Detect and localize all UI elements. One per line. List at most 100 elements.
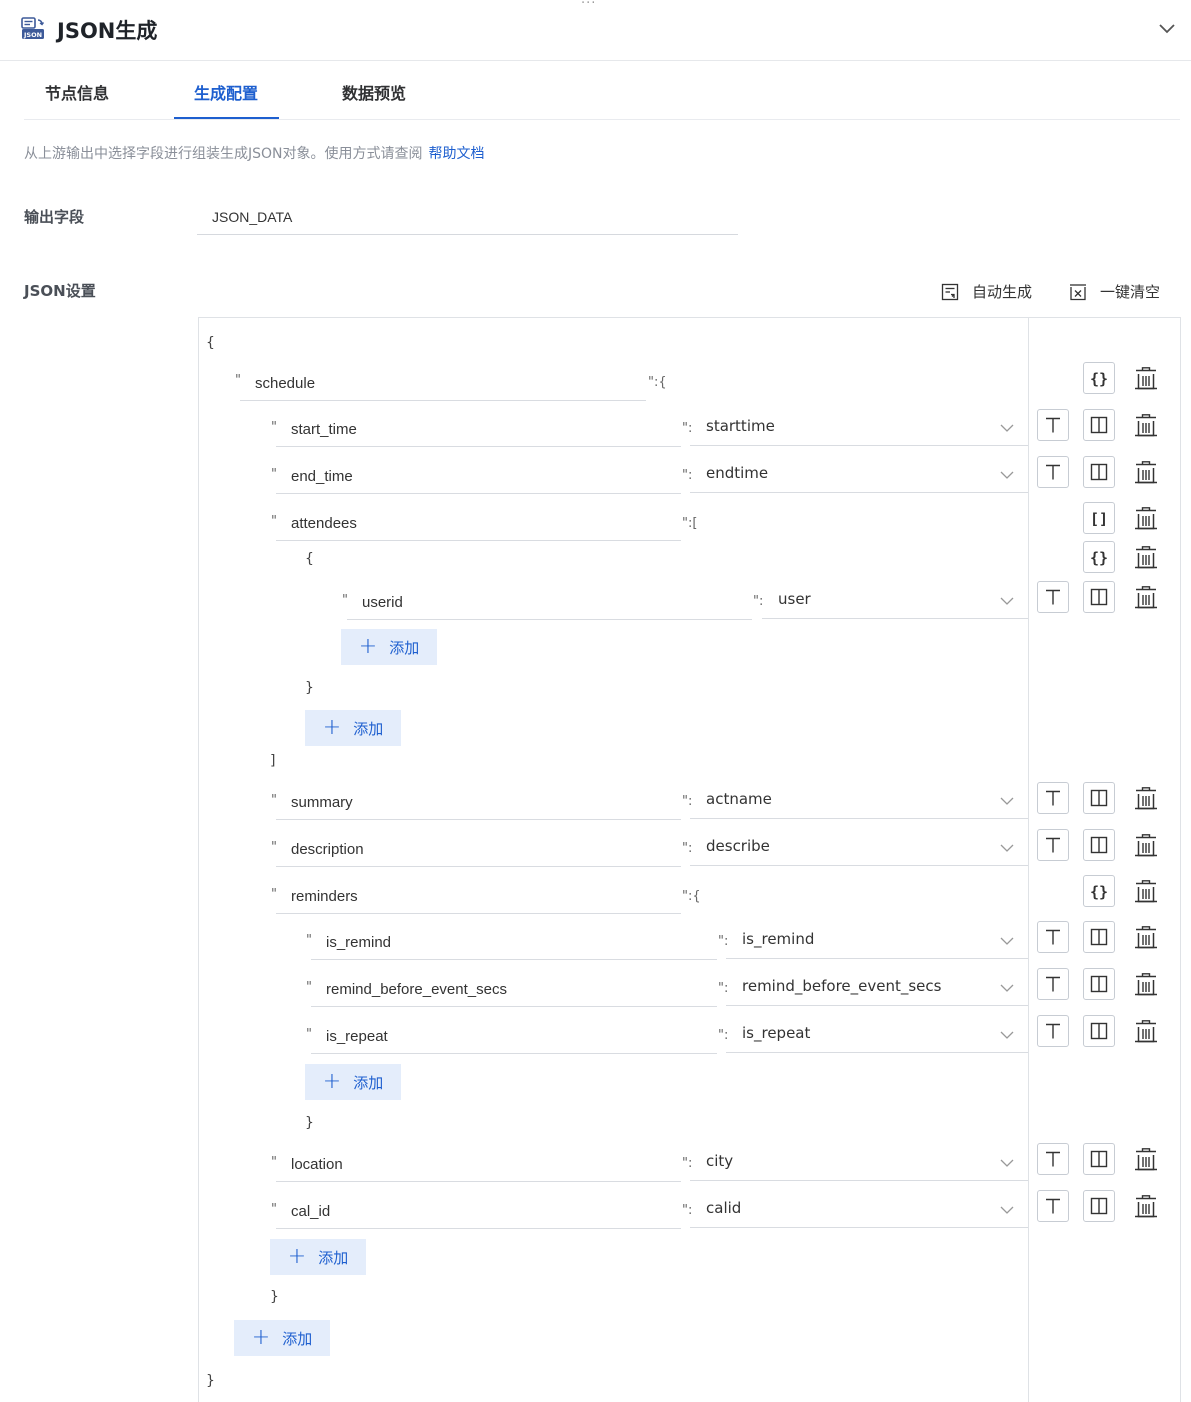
chevron-down-icon[interactable] (1157, 18, 1177, 38)
field-type-button[interactable] (1083, 409, 1115, 441)
trash-icon (1135, 1020, 1157, 1043)
text-type-button[interactable] (1037, 456, 1069, 488)
field-type-button[interactable] (1083, 1015, 1115, 1047)
add-field-button[interactable]: + 添加 (270, 1239, 366, 1275)
value-select-userid[interactable]: user (762, 584, 1028, 619)
tab-node-info[interactable]: 节点信息 (45, 80, 109, 104)
add-field-button[interactable]: + 添加 (341, 629, 437, 665)
text-type-button[interactable] (1037, 409, 1069, 441)
plus-icon: + (322, 1069, 342, 1094)
value-text: starttime (706, 417, 775, 435)
delete-button[interactable] (1134, 833, 1158, 857)
text-type-button[interactable] (1037, 1015, 1069, 1047)
value-select-is-remind[interactable]: is_remind (726, 924, 1028, 959)
key-input-remind-before[interactable] (311, 972, 717, 1007)
array-close-bracket: ] (270, 753, 276, 769)
object-type-button[interactable]: {} (1083, 362, 1115, 394)
text-type-button[interactable] (1037, 1190, 1069, 1222)
text-type-icon (1046, 929, 1060, 945)
field-type-icon (1090, 463, 1108, 481)
text-type-button[interactable] (1037, 1143, 1069, 1175)
delete-button[interactable] (1134, 413, 1158, 437)
key-input-start-time[interactable] (276, 412, 681, 447)
key-input-schedule[interactable] (240, 366, 646, 401)
text-type-button[interactable] (1037, 782, 1069, 814)
auto-generate-button[interactable]: 自动生成 (941, 281, 1032, 302)
field-type-button[interactable] (1083, 968, 1115, 1000)
json-icon: JSON (21, 17, 45, 39)
help-doc-link[interactable]: 帮助文档 (429, 146, 485, 162)
add-field-button[interactable]: + 添加 (305, 1064, 401, 1100)
value-text: is_remind (742, 930, 815, 948)
trash-icon (1135, 926, 1157, 949)
key-input-is-remind[interactable] (311, 925, 717, 960)
value-text: actname (706, 790, 772, 808)
svg-text:{}: {} (1090, 549, 1108, 566)
delete-button[interactable] (1134, 1194, 1158, 1218)
value-text: describe (706, 837, 770, 855)
key-input-attendees[interactable] (276, 506, 681, 541)
value-select-description[interactable]: describe (690, 831, 1028, 866)
add-label: 添加 (353, 1073, 384, 1092)
delete-button[interactable] (1134, 879, 1158, 903)
delete-button[interactable] (1134, 506, 1158, 530)
field-type-button[interactable] (1083, 1143, 1115, 1175)
tab-generate-config[interactable]: 生成配置 (194, 80, 258, 104)
delete-button[interactable] (1134, 585, 1158, 609)
key-input-userid[interactable] (347, 585, 752, 620)
add-field-button[interactable]: + 添加 (234, 1320, 330, 1356)
delete-button[interactable] (1134, 1019, 1158, 1043)
field-type-button[interactable] (1083, 782, 1115, 814)
text-type-button[interactable] (1037, 968, 1069, 1000)
delete-button[interactable] (1134, 366, 1158, 390)
field-type-button[interactable] (1083, 921, 1115, 953)
value-select-location[interactable]: city (690, 1146, 1028, 1181)
delete-button[interactable] (1134, 1147, 1158, 1171)
tab-data-preview[interactable]: 数据预览 (342, 80, 406, 104)
field-type-button[interactable] (1083, 1190, 1115, 1222)
array-type-button[interactable]: [] (1083, 502, 1115, 534)
auto-generate-icon (941, 283, 959, 300)
json-settings-label: JSON设置 (24, 282, 96, 300)
trash-icon (1135, 973, 1157, 996)
key-input-cal-id[interactable] (276, 1194, 681, 1229)
text-type-icon (1046, 837, 1060, 853)
delete-button[interactable] (1134, 925, 1158, 949)
output-field-input[interactable] (197, 199, 738, 235)
field-type-icon (1090, 416, 1108, 434)
value-select-cal-id[interactable]: calid (690, 1193, 1028, 1228)
key-input-description[interactable] (276, 832, 681, 867)
value-select-remind-before[interactable]: remind_before_event_secs (726, 971, 1028, 1006)
value-select-start-time[interactable]: starttime (690, 411, 1028, 446)
add-field-button[interactable]: + 添加 (305, 710, 401, 746)
key-input-summary[interactable] (276, 785, 681, 820)
object-type-icon: {} (1090, 549, 1108, 566)
text-type-button[interactable] (1037, 829, 1069, 861)
delete-button[interactable] (1134, 545, 1158, 569)
add-label: 添加 (353, 719, 384, 738)
delete-button[interactable] (1134, 972, 1158, 996)
object-type-button[interactable]: {} (1083, 875, 1115, 907)
object-type-button[interactable]: {} (1083, 541, 1115, 573)
trash-icon (1135, 546, 1157, 569)
active-tab-indicator (174, 117, 279, 119)
delete-button[interactable] (1134, 460, 1158, 484)
trash-icon (1135, 1195, 1157, 1218)
delete-button[interactable] (1134, 786, 1158, 810)
key-input-is-repeat[interactable] (311, 1019, 717, 1054)
value-select-is-repeat[interactable]: is_repeat (726, 1018, 1028, 1053)
value-select-end-time[interactable]: endtime (690, 458, 1028, 493)
text-type-button[interactable] (1037, 921, 1069, 953)
field-type-icon (1090, 1197, 1108, 1215)
clear-all-button[interactable]: 一键清空 (1069, 281, 1160, 302)
text-type-button[interactable] (1037, 581, 1069, 613)
field-type-button[interactable] (1083, 829, 1115, 861)
key-input-reminders[interactable] (276, 879, 681, 914)
field-type-button[interactable] (1083, 456, 1115, 488)
field-type-button[interactable] (1083, 581, 1115, 613)
key-input-location[interactable] (276, 1147, 681, 1182)
page-title: JSON生成 (57, 19, 158, 43)
value-select-summary[interactable]: actname (690, 784, 1028, 819)
chevron-down-icon (1000, 1031, 1014, 1039)
key-input-end-time[interactable] (276, 459, 681, 494)
